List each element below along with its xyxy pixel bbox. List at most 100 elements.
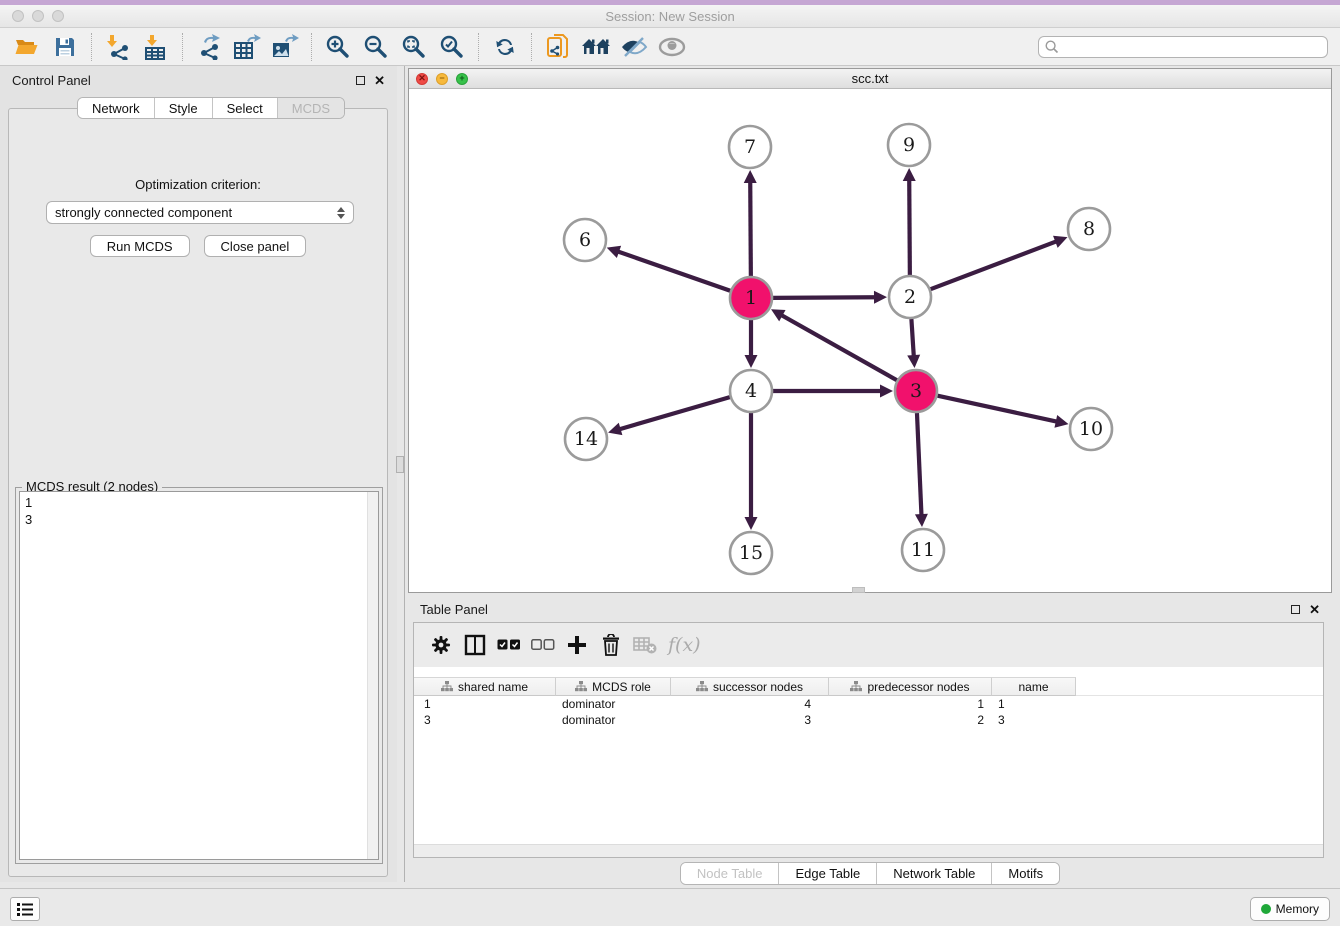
cell-shared-name[interactable]: 1	[414, 696, 556, 712]
select-all-icon[interactable]	[492, 628, 526, 662]
graph-node-label: 1	[745, 287, 757, 309]
clone-network-icon[interactable]	[542, 31, 574, 63]
control-panel: Control Panel ✕ Network Style Select MCD…	[0, 66, 397, 882]
column-header-successor-nodes[interactable]: successor nodes	[671, 677, 829, 696]
search-field-container	[1038, 36, 1328, 58]
cell-predecessor-nodes[interactable]: 2	[829, 712, 992, 728]
graph-node-label: 6	[579, 229, 591, 251]
toggle-columns-icon[interactable]	[458, 628, 492, 662]
search-input[interactable]	[1060, 38, 1327, 56]
save-icon[interactable]	[49, 31, 81, 63]
horizontal-splitter-handle[interactable]	[852, 587, 865, 593]
graph-edge[interactable]	[750, 181, 751, 276]
graph-edge[interactable]	[781, 315, 897, 381]
tab-motifs[interactable]: Motifs	[992, 863, 1059, 884]
cell-predecessor-nodes[interactable]: 1	[829, 696, 992, 712]
table-panel-header: Table Panel ✕	[408, 595, 1332, 623]
tab-network[interactable]: Network	[78, 98, 155, 118]
delete-row-icon[interactable]	[594, 628, 628, 662]
table-row[interactable]: 1 dominator 4 1 1	[414, 696, 1323, 712]
graph-edge[interactable]	[909, 179, 910, 275]
export-table-icon[interactable]	[231, 31, 263, 63]
cell-mcds-role[interactable]: dominator	[556, 696, 671, 712]
task-history-button[interactable]	[10, 897, 40, 921]
graph-edge[interactable]	[617, 251, 730, 291]
tab-style[interactable]: Style	[155, 98, 213, 118]
cell-name[interactable]: 3	[992, 712, 1076, 728]
mcds-result-group: MCDS result (2 nodes) 1 3	[15, 487, 383, 864]
refresh-icon[interactable]	[489, 31, 521, 63]
tab-mcds[interactable]: MCDS	[278, 98, 344, 118]
graph-edge[interactable]	[917, 413, 922, 516]
vertical-splitter[interactable]	[404, 66, 405, 882]
search-icon	[1044, 39, 1060, 55]
delete-table-icon	[628, 628, 662, 662]
graph-edge-arrowhead	[915, 514, 928, 527]
control-panel-title: Control Panel	[12, 73, 91, 88]
network-canvas[interactable]: 7968124314101511	[409, 89, 1331, 592]
column-header-mcds-role[interactable]: MCDS role	[556, 677, 671, 696]
mcds-result-textarea[interactable]: 1 3	[19, 491, 379, 860]
graph-node-label: 7	[744, 136, 756, 158]
graph-edge-arrowhead	[903, 168, 916, 181]
show-all-icon[interactable]	[656, 31, 688, 63]
run-mcds-button[interactable]: Run MCDS	[90, 235, 190, 257]
tab-node-table[interactable]: Node Table	[681, 863, 780, 884]
add-row-icon[interactable]	[560, 628, 594, 662]
open-folder-icon[interactable]	[11, 31, 43, 63]
table-row[interactable]: 3 dominator 3 2 3	[414, 712, 1323, 728]
cell-shared-name[interactable]: 3	[414, 712, 556, 728]
result-line: 1	[25, 494, 373, 511]
zoom-fit-icon[interactable]	[398, 31, 430, 63]
zoom-out-icon[interactable]	[360, 31, 392, 63]
node-table: shared name MCDS role successor nodes pr…	[414, 677, 1323, 728]
zoom-in-icon[interactable]	[322, 31, 354, 63]
memory-button[interactable]: Memory	[1250, 897, 1330, 921]
result-scrollbar[interactable]	[367, 492, 378, 859]
graph-edge[interactable]	[911, 319, 913, 357]
cell-mcds-role[interactable]: dominator	[556, 712, 671, 728]
close-panel-icon[interactable]: ✕	[1309, 603, 1320, 616]
graph-edge[interactable]	[937, 396, 1057, 422]
result-line: 3	[25, 511, 373, 528]
table-settings-icon[interactable]	[424, 628, 458, 662]
clear-selection-icon[interactable]	[526, 628, 560, 662]
graph-edge-arrowhead	[607, 246, 621, 258]
tab-network-table[interactable]: Network Table	[877, 863, 992, 884]
table-toolbar: f(x)	[414, 623, 1323, 667]
control-panel-header: Control Panel ✕	[0, 66, 397, 94]
cell-successor-nodes[interactable]: 3	[671, 712, 829, 728]
memory-status-icon	[1261, 904, 1271, 914]
zoom-selected-icon[interactable]	[436, 31, 468, 63]
hide-selected-icon[interactable]	[618, 31, 650, 63]
column-header-shared-name[interactable]: shared name	[414, 677, 556, 696]
network-view-window: ✕ − + scc.txt 7968124314101511	[408, 68, 1332, 593]
cell-name[interactable]: 1	[992, 696, 1076, 712]
toolbar-separator	[478, 33, 479, 61]
float-panel-icon[interactable]	[356, 76, 365, 85]
graph-edge[interactable]	[773, 297, 876, 298]
toolbar-separator	[182, 33, 183, 61]
first-neighbors-icon[interactable]	[580, 31, 612, 63]
close-panel-button[interactable]: Close panel	[204, 235, 307, 257]
table-horizontal-scrollbar[interactable]	[414, 844, 1323, 857]
main-toolbar	[0, 28, 1340, 66]
close-panel-icon[interactable]: ✕	[374, 74, 385, 87]
column-header-name[interactable]: name	[992, 677, 1076, 696]
graph-edge-arrowhead	[744, 170, 757, 183]
import-network-icon[interactable]	[102, 31, 134, 63]
vertical-splitter-handle[interactable]	[396, 456, 404, 473]
tab-select[interactable]: Select	[213, 98, 278, 118]
graph-edge[interactable]	[619, 397, 730, 429]
window-title: Session: New Session	[0, 9, 1340, 24]
column-header-predecessor-nodes[interactable]: predecessor nodes	[829, 677, 992, 696]
import-table-icon[interactable]	[140, 31, 172, 63]
tab-edge-table[interactable]: Edge Table	[779, 863, 877, 884]
graph-edge-arrowhead	[745, 517, 758, 530]
export-image-icon[interactable]	[269, 31, 301, 63]
criterion-select[interactable]: strongly connected component	[46, 201, 354, 224]
cell-successor-nodes[interactable]: 4	[671, 696, 829, 712]
float-panel-icon[interactable]	[1291, 605, 1300, 614]
export-network-icon[interactable]	[193, 31, 225, 63]
graph-edge[interactable]	[931, 241, 1058, 289]
